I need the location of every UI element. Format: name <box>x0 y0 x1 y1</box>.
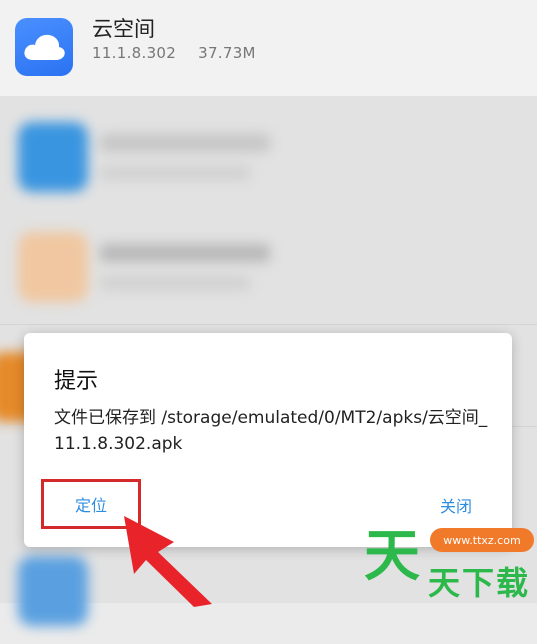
list-item <box>0 96 537 214</box>
watermark-text: 天下载 <box>428 564 531 602</box>
app-row[interactable]: 云空间 11.1.8.302 37.73M <box>0 0 537 96</box>
watermark-logo: 天 www.ttxz.com 天下载 <box>360 522 537 603</box>
app-icon <box>18 232 88 302</box>
app-icon <box>18 556 88 626</box>
app-meta: 11.1.8.302 37.73M <box>92 44 278 62</box>
watermark-site: www.ttxz.com <box>430 528 534 552</box>
red-arrow-icon <box>124 516 212 607</box>
save-dialog: 提示 文件已保存到 /storage/emulated/0/MT2/apks/云… <box>24 333 512 547</box>
list-item <box>0 206 537 324</box>
app-size: 37.73M <box>198 44 256 62</box>
app-icon <box>18 122 88 192</box>
app-version: 11.1.8.302 <box>92 44 177 62</box>
dialog-message: 文件已保存到 /storage/emulated/0/MT2/apks/云空间_… <box>54 408 488 454</box>
cloud-icon <box>15 18 73 76</box>
watermark-big-char: 天 <box>364 524 420 589</box>
app-name: 云空间 <box>92 17 155 41</box>
close-button[interactable]: 关闭 <box>440 493 472 517</box>
dialog-title: 提示 <box>54 369 99 394</box>
